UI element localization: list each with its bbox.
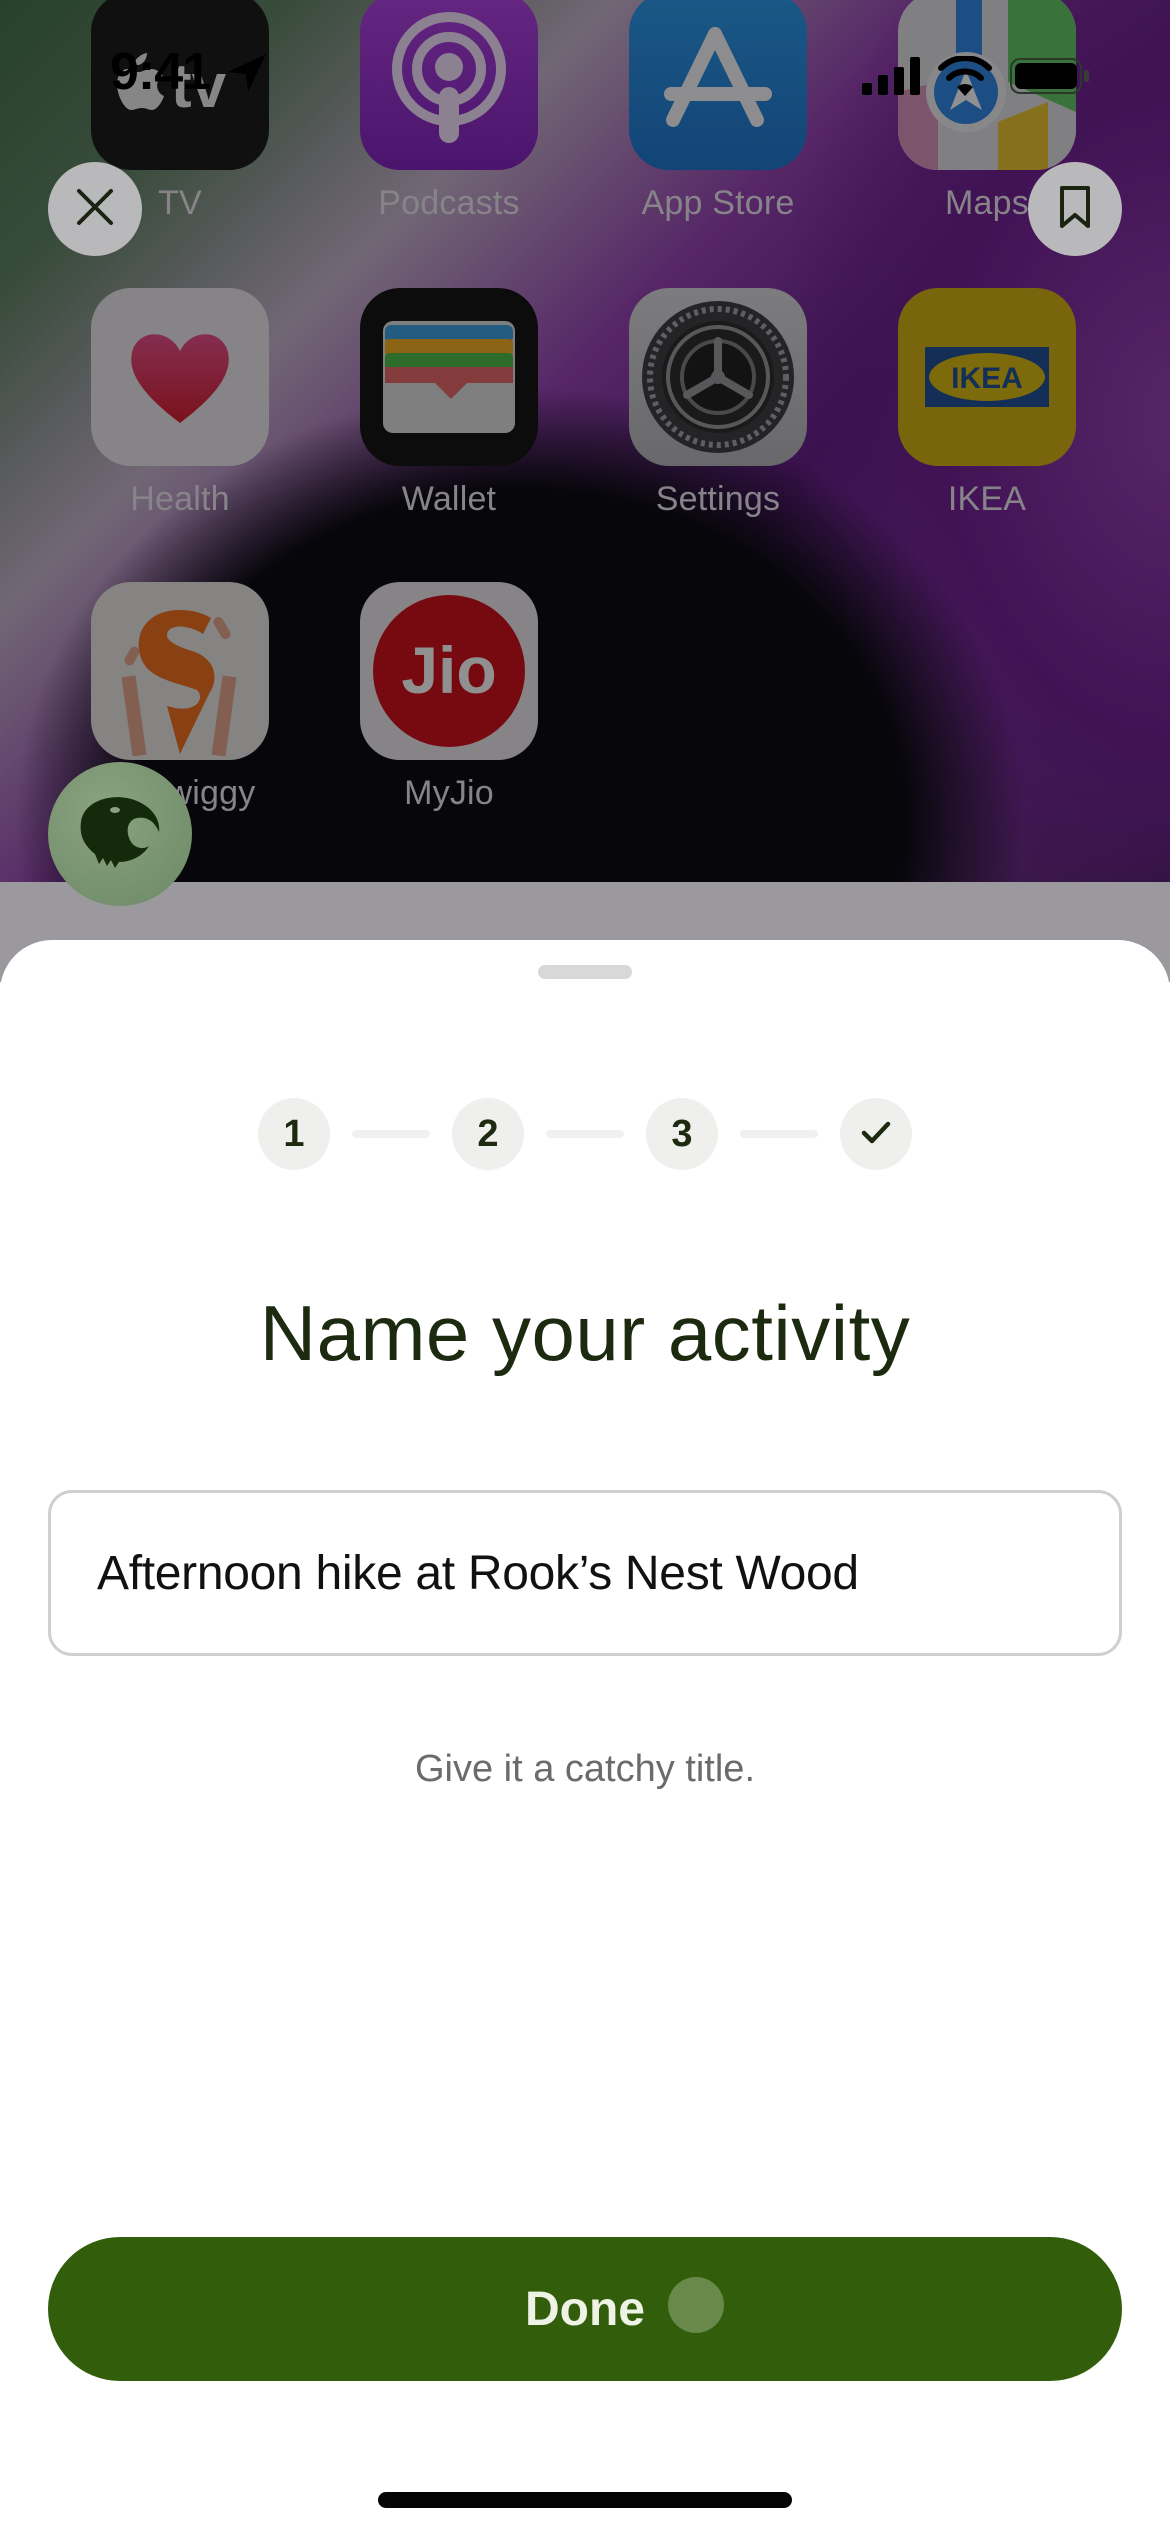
touch-indicator xyxy=(668,2277,724,2333)
step-2: 2 xyxy=(452,1098,524,1170)
page-title: Name your activity xyxy=(259,1289,911,1377)
done-button[interactable]: Done xyxy=(48,2237,1122,2381)
bookmark-button[interactable] xyxy=(1028,162,1122,256)
bookmark-icon xyxy=(1058,185,1092,234)
step-3: 3 xyxy=(646,1098,718,1170)
eagle-avatar-icon xyxy=(75,792,165,877)
close-button[interactable] xyxy=(48,162,142,256)
done-button-label: Done xyxy=(525,2282,645,2336)
step-connector xyxy=(740,1130,818,1138)
progress-stepper: 1 2 3 xyxy=(0,1098,1170,1170)
status-bar: 9:41 xyxy=(0,0,1170,150)
wifi-icon xyxy=(938,55,992,101)
bottom-sheet: 1 2 3 Name your activity Afternoon hike … xyxy=(0,940,1170,2532)
step-connector xyxy=(352,1130,430,1138)
close-icon xyxy=(75,187,115,232)
home-indicator[interactable] xyxy=(378,2492,792,2508)
location-arrow-icon xyxy=(226,52,268,99)
step-1: 1 xyxy=(258,1098,330,1170)
sheet-grabber[interactable] xyxy=(538,965,632,979)
cellular-signal-icon xyxy=(862,57,920,100)
checkmark-icon xyxy=(861,1113,891,1156)
input-hint: Give it a catchy title. xyxy=(414,1748,755,1790)
battery-icon xyxy=(1010,57,1090,100)
activity-name-input[interactable]: Afternoon hike at Rook’s Nest Wood xyxy=(48,1490,1122,1656)
step-connector xyxy=(546,1130,624,1138)
step-complete xyxy=(840,1098,912,1170)
status-time: 9:41 xyxy=(110,43,211,101)
avatar[interactable] xyxy=(48,762,192,906)
